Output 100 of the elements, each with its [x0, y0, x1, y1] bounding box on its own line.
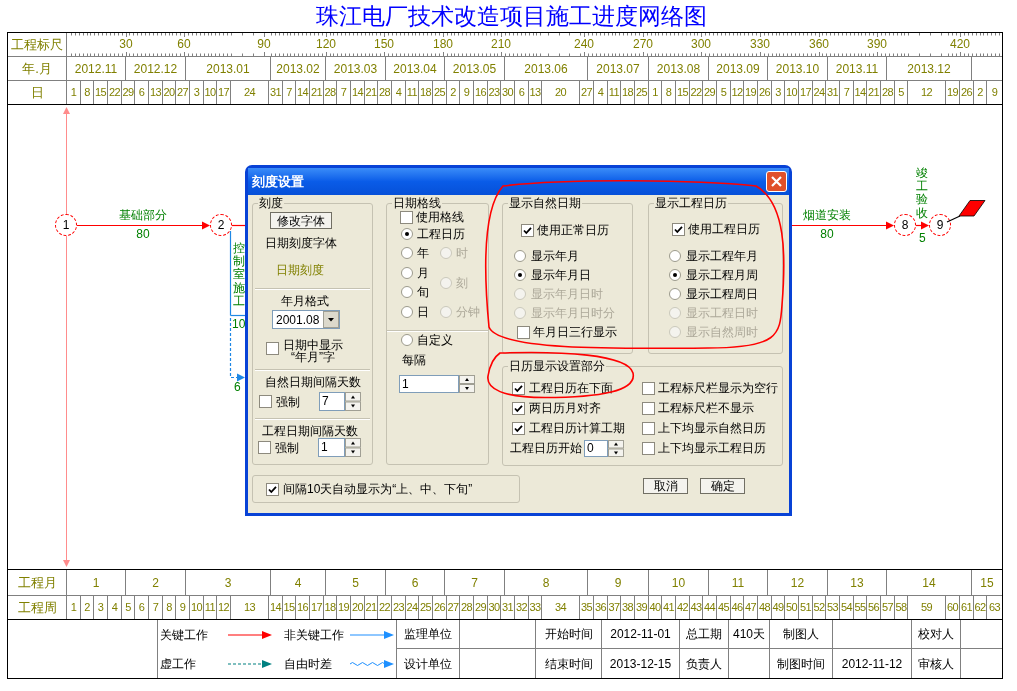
- number-field[interactable]: 0: [584, 439, 608, 457]
- checkbox[interactable]: [266, 482, 279, 496]
- radio-button[interactable]: [669, 288, 681, 300]
- month-heading: 2013.03: [326, 57, 386, 80]
- activity-duration: 10: [232, 317, 246, 331]
- radio-button[interactable]: [401, 266, 413, 279]
- day-heading: 19: [946, 81, 960, 104]
- checkbox[interactable]: [521, 223, 534, 237]
- checkbox[interactable]: [512, 421, 525, 435]
- group-title: 显示自然日期: [508, 196, 582, 210]
- project-week-heading: 6: [135, 596, 149, 619]
- checkbox-label: 两日历月对齐: [529, 401, 601, 415]
- checkbox[interactable]: [642, 441, 655, 455]
- activity-duration: 80: [820, 227, 834, 241]
- radio-button[interactable]: [401, 305, 413, 318]
- radio-button[interactable]: [401, 334, 413, 346]
- activity-name: 竣工验收: [916, 167, 928, 220]
- project-week-heading: 47: [744, 596, 758, 619]
- field-label: 审核人: [912, 649, 961, 678]
- dashed-arrow-icon: [228, 658, 272, 669]
- change-font-button[interactable]: 修改字体: [270, 212, 332, 229]
- checkbox[interactable]: [259, 395, 272, 408]
- checkbox[interactable]: [400, 210, 413, 224]
- group-title: 刻度: [258, 196, 284, 210]
- ok-button[interactable]: 确定: [700, 478, 745, 494]
- date-format-dropdown[interactable]: 2001.08: [272, 310, 340, 329]
- project-week-heading: 52: [813, 596, 826, 619]
- spin-arrows-icon[interactable]: [459, 375, 475, 393]
- checkbox[interactable]: [258, 441, 271, 454]
- checkbox[interactable]: [266, 342, 279, 355]
- day-heading: 2: [974, 81, 987, 104]
- day-heading: 26: [758, 81, 772, 104]
- checkbox[interactable]: [642, 381, 655, 395]
- radio-button[interactable]: [669, 250, 681, 262]
- chart-title: 珠江电厂技术改造项目施工进度网络图: [316, 3, 707, 29]
- cancel-button[interactable]: 取消: [643, 478, 688, 494]
- ruler-label: 210: [491, 38, 511, 51]
- day-heading: 27: [580, 81, 594, 104]
- event-node: 8: [894, 214, 916, 236]
- solid-arrow-icon: [228, 629, 272, 640]
- radio-button[interactable]: [514, 250, 526, 262]
- project-week-heading: 48: [758, 596, 772, 619]
- field-label: 结束时间: [536, 649, 602, 678]
- option-label: 分钟: [456, 305, 480, 319]
- day-heading: 6: [515, 81, 529, 104]
- day-heading: 5: [717, 81, 731, 104]
- checkbox[interactable]: [512, 401, 525, 415]
- day-heading: 8: [662, 81, 676, 104]
- radio-button[interactable]: [669, 269, 681, 281]
- number-field[interactable]: 1: [318, 438, 345, 457]
- checkbox-label: 间隔10天自动显示为“上、中、下旬”: [283, 482, 473, 496]
- project-week-heading: 54: [840, 596, 854, 619]
- project-week-heading: 39: [635, 596, 649, 619]
- project-week-heading: 33: [529, 596, 542, 619]
- project-week-heading: 42: [676, 596, 690, 619]
- checkbox[interactable]: [672, 222, 685, 236]
- day-heading: 21: [867, 81, 881, 104]
- day-heading: 27: [176, 81, 190, 104]
- ruler-label: 120: [316, 38, 336, 51]
- day-heading: 20: [163, 81, 176, 104]
- group-title: 显示工程日历: [654, 196, 728, 210]
- day-heading: 31: [269, 81, 283, 104]
- month-heading: 2013.07: [588, 57, 649, 80]
- project-week-heading: 28: [460, 596, 474, 619]
- checkbox-label: 强制: [275, 440, 299, 455]
- project-month-heading: 5: [326, 570, 386, 595]
- checkbox-label: 年月日三行显示: [533, 325, 617, 339]
- checkbox[interactable]: [512, 381, 525, 395]
- field-label: 总工期: [680, 620, 729, 648]
- checkbox[interactable]: [642, 421, 655, 435]
- day-heading: 12: [731, 81, 744, 104]
- spin-arrows-icon[interactable]: [345, 438, 361, 457]
- project-week-heading: 30: [488, 596, 501, 619]
- checkbox[interactable]: [517, 325, 530, 339]
- event-node: 2: [210, 214, 232, 236]
- number-field[interactable]: 7: [319, 392, 345, 411]
- radio-button[interactable]: [401, 228, 413, 240]
- flag-icon: [946, 199, 986, 223]
- field-value: 410天: [729, 620, 770, 648]
- radio-button[interactable]: [514, 269, 526, 281]
- number-field[interactable]: 1: [399, 375, 459, 393]
- option-label: 年: [417, 246, 429, 260]
- checkbox[interactable]: [642, 401, 655, 415]
- radio-button[interactable]: [401, 247, 413, 259]
- month-heading: 2012.11: [67, 57, 126, 80]
- spin-arrows-icon[interactable]: [345, 392, 361, 411]
- project-week-heading: 19: [337, 596, 351, 619]
- checkbox-label: 工程标尺栏不显示: [658, 401, 754, 415]
- project-week-heading: 29: [474, 596, 488, 619]
- option-label: 显示年月: [531, 249, 579, 263]
- radio-button[interactable]: [401, 286, 413, 299]
- ruler-label: 180: [433, 38, 453, 51]
- dialog-title: 刻度设置: [252, 173, 305, 190]
- field-label: 工程日历开始: [510, 441, 582, 455]
- activity-name: 烟道安装: [803, 208, 851, 222]
- day-heading: 3: [190, 81, 204, 104]
- day-heading: 15: [94, 81, 108, 104]
- spin-arrows-icon[interactable]: [608, 439, 624, 457]
- close-button[interactable]: [766, 171, 787, 192]
- project-week-heading: 53: [826, 596, 840, 619]
